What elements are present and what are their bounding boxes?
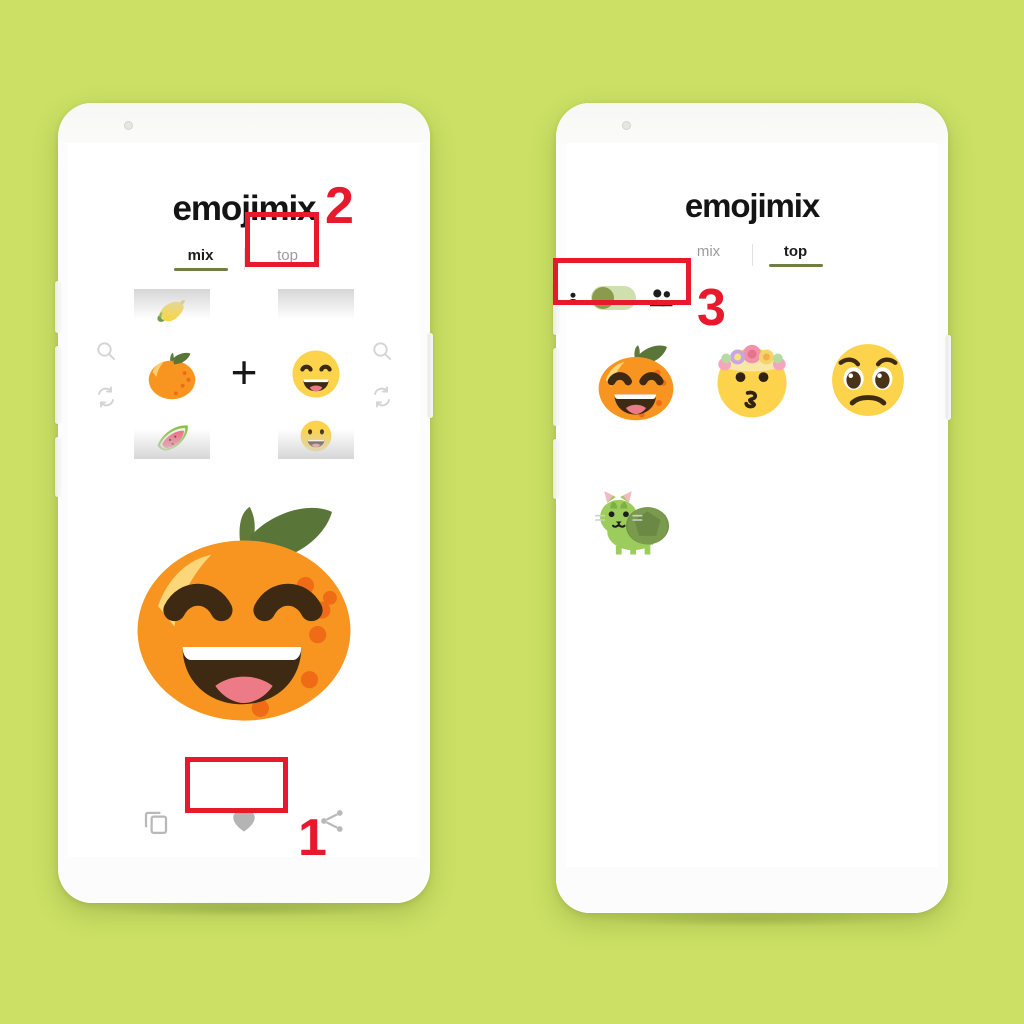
copy-button[interactable] [136,801,176,841]
grid-item-tangerine-grin[interactable] [588,332,684,428]
phone-right-screen: emojimix mix top [566,143,938,867]
picker-item-tangerine-selected[interactable] [141,339,203,409]
tab-mix-label: mix [696,243,721,260]
power-button[interactable] [946,335,951,420]
phone-left-screen: emojimix mix top + [68,143,420,857]
shuffle-refresh-icon[interactable] [370,385,394,409]
left-picker-controls [80,339,132,409]
worried-sad-face-icon [832,344,904,416]
volume-down-button[interactable] [553,348,558,426]
mix-operator: + [230,346,258,398]
kissing-face-with-flower-crown-icon [717,344,787,418]
phone-left-bezel [58,103,430,143]
volume-down-button[interactable] [55,346,60,424]
grid-item-worried-face[interactable] [820,332,916,428]
mix-result[interactable] [68,475,420,737]
power-button[interactable] [428,333,433,418]
picker-item-watermelon[interactable] [151,413,193,459]
mute-button[interactable] [55,437,60,497]
top-emoji-grid [566,332,938,568]
watermelon-icon [157,425,188,451]
tangerine-grinning-mix-icon [598,345,674,421]
annotation-number-1: 1 [298,809,327,867]
grinning-face-with-smiling-eyes-icon [292,350,340,398]
grid-item-cat-turtle[interactable] [588,472,684,568]
picker-item-lemon[interactable] [151,289,193,335]
annotation-box-toggle [553,258,691,305]
phone-right: emojimix mix top [553,103,951,927]
page-title: emojimix [684,187,820,224]
lemon-icon [157,300,186,322]
tab-top-label: top [783,243,808,260]
search-icon[interactable] [94,339,118,363]
grinning-face-with-big-eyes-icon [300,420,332,452]
page-title: emojimix [172,189,317,228]
copy-icon [144,811,168,834]
grid-item-kissing-flower-crown[interactable] [704,332,800,428]
tab-mix[interactable]: mix [158,247,244,271]
picker-item-grinning-face-big-eyes[interactable] [297,413,335,459]
right-emoji-picker[interactable] [278,289,354,459]
annotation-number-2: 2 [325,177,354,235]
volume-up-button[interactable] [55,281,60,333]
tab-mix-label: mix [187,247,214,264]
annotation-box-top-tab [245,212,319,267]
shuffle-refresh-icon[interactable] [94,385,118,409]
screenshot-root: emojimix mix top + emojimix mix top 1 2 … [0,0,1024,1024]
right-picker-controls [356,339,408,409]
front-camera-icon [622,121,631,130]
mute-button[interactable] [553,439,558,499]
tab-bar: mix top [68,247,420,271]
annotation-box-favorite [185,757,288,813]
tangerine-icon [148,352,196,400]
cat-mixed-with-turtle-icon [594,491,670,555]
mixer-row: + [68,289,420,459]
annotation-number-3: 3 [697,279,726,337]
picker-item-grinning-face-selected[interactable] [287,339,345,409]
left-emoji-picker[interactable] [134,289,210,459]
front-camera-icon [124,121,133,130]
search-icon[interactable] [370,339,394,363]
tab-top[interactable]: top [753,243,839,267]
phone-right-bezel [556,103,948,143]
tangerine-grinning-mix-icon [137,506,351,721]
